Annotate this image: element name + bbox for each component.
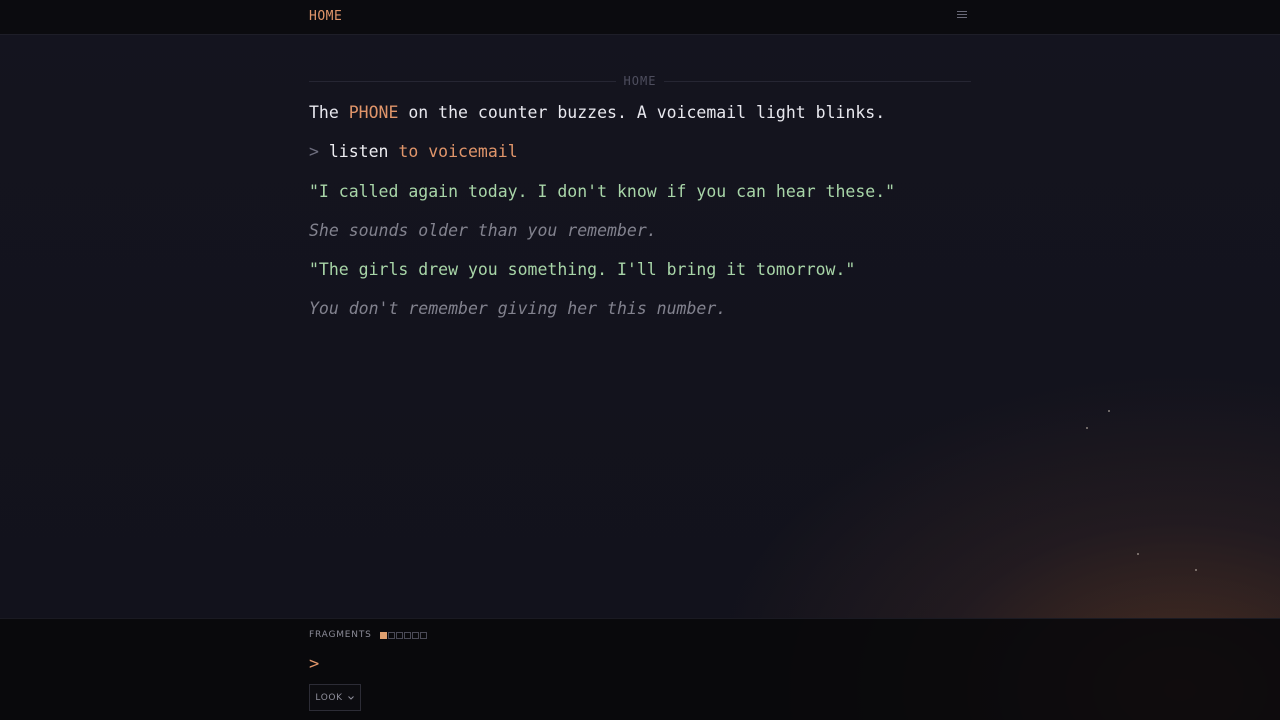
highlighted-object-phone[interactable]: PHONE (349, 103, 399, 122)
star-dot (1108, 410, 1110, 412)
game-screen: HOME HOME The PHONE on the counter buzze… (0, 0, 1280, 720)
look-button[interactable]: LOOK (309, 684, 361, 711)
command-prompt: > (309, 142, 319, 162)
fragment-box-empty (387, 631, 395, 639)
aside-text-2: You don't remember giving her this numbe… (309, 299, 727, 319)
section-divider-left (309, 80, 616, 82)
aside-text-1: She sounds older than you remember. (309, 220, 657, 240)
fragment-box-empty (403, 631, 411, 639)
section-label: HOME (623, 74, 657, 88)
star-dot (1137, 553, 1139, 555)
fragments-label: FRAGMENTS (309, 630, 372, 640)
fragment-box-empty (411, 631, 419, 639)
player-command: > listen to voicemail (309, 141, 1009, 163)
command-object: to voicemail (398, 142, 518, 162)
star-dot (1195, 569, 1197, 571)
command-input[interactable]: > (309, 654, 319, 674)
fragment-box-empty (419, 631, 427, 639)
section-divider-right (664, 80, 971, 82)
input-panel: FRAGMENTS > LOOK (0, 618, 1280, 720)
current-location: HOME (309, 9, 343, 24)
look-button-label: LOOK (315, 692, 343, 703)
chevron-down-icon (347, 695, 354, 700)
section-header: HOME (309, 73, 971, 89)
narration-text-end: on the counter buzzes. A voicemail light… (398, 103, 886, 122)
narration-text-start: The (309, 103, 349, 122)
fragments-indicator: FRAGMENTS (309, 630, 428, 640)
star-dot (1086, 427, 1088, 429)
voicemail-dialogue-2: "The girls drew you something. I'll brin… (309, 260, 856, 280)
command-verb: listen (328, 142, 389, 162)
fragment-boxes (379, 631, 428, 639)
menu-icon[interactable] (957, 11, 967, 21)
fragment-box-filled (379, 631, 387, 639)
story-log: The PHONE on the counter buzzes. A voice… (309, 102, 1009, 338)
top-bar: HOME (0, 0, 1280, 35)
fragment-box-empty (395, 631, 403, 639)
voicemail-dialogue-1: "I called again today. I don't know if y… (309, 181, 896, 201)
narration-line: The PHONE on the counter buzzes. A voice… (309, 102, 1009, 124)
